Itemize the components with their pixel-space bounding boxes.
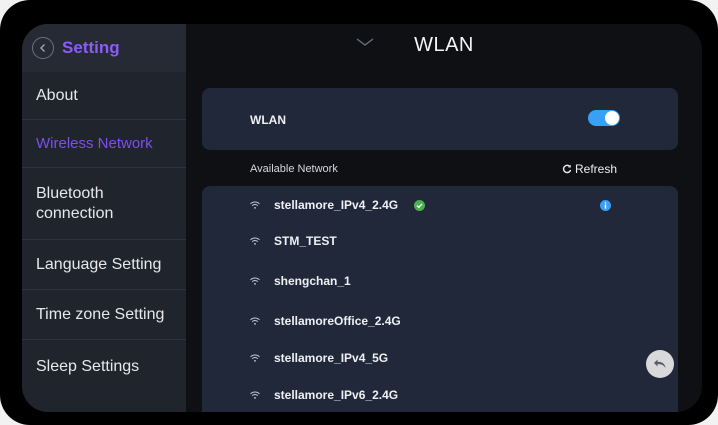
- wifi-icon: [250, 237, 260, 245]
- device-screen: Setting About Wireless Network Bluetooth…: [22, 24, 702, 412]
- sidebar-item-label: About: [36, 86, 78, 104]
- available-network-label: Available Network: [250, 163, 338, 175]
- wlan-toggle-card: WLAN: [202, 88, 678, 150]
- network-name: stellamore_IPv4_5G: [274, 351, 389, 365]
- sidebar-item-language-setting[interactable]: Language Setting: [22, 240, 186, 290]
- sidebar-item-wireless-network[interactable]: Wireless Network: [22, 120, 186, 168]
- sidebar-item-label: Sleep Settings: [36, 358, 140, 375]
- network-item[interactable]: stellamore_IPv4_5G: [202, 343, 678, 373]
- available-network-header: Available Network Refresh: [202, 158, 678, 182]
- wlan-toggle[interactable]: [588, 110, 620, 126]
- wifi-icon: [250, 391, 260, 399]
- wifi-icon: [250, 277, 260, 285]
- sidebar-title: Setting: [62, 38, 120, 57]
- sidebar-item-label: Wireless Network: [36, 134, 153, 152]
- wifi-icon: [250, 201, 260, 209]
- network-name: stellamore_IPv6_2.4G: [274, 388, 399, 402]
- settings-sidebar: Setting About Wireless Network Bluetooth…: [22, 24, 186, 412]
- refresh-icon: [562, 164, 572, 174]
- wifi-icon: [250, 317, 260, 325]
- network-item[interactable]: stellamoreOffice_2.4G: [202, 306, 678, 336]
- network-item[interactable]: STM_TEST: [202, 226, 678, 256]
- back-button[interactable]: [32, 37, 54, 59]
- sidebar-item-bluetooth-connection[interactable]: Bluetooth connection: [22, 168, 186, 240]
- sidebar-item-label: Language Setting: [36, 255, 162, 273]
- wlan-label: WLAN: [250, 113, 286, 127]
- check-circle-icon: [414, 199, 425, 211]
- page-title: WLAN: [414, 34, 474, 56]
- refresh-label: Refresh: [575, 162, 618, 176]
- main-panel: WLAN WLAN Available Network Refresh stel…: [186, 24, 702, 412]
- network-list: stellamore_IPv4_2.4G STM_TEST shengchan_…: [202, 186, 678, 412]
- sidebar-item-label: Bluetooth connection: [36, 184, 114, 222]
- info-icon[interactable]: [600, 199, 611, 211]
- sidebar-item-sleep-settings[interactable]: Sleep Settings: [22, 340, 186, 394]
- return-button[interactable]: [646, 350, 674, 378]
- sidebar-item-time-zone-setting[interactable]: Time zone Setting: [22, 290, 186, 340]
- wifi-icon: [250, 354, 260, 362]
- sidebar-item-about[interactable]: About: [22, 72, 186, 120]
- sidebar-header: Setting: [22, 24, 186, 72]
- refresh-button[interactable]: Refresh: [562, 162, 617, 176]
- network-item[interactable]: stellamore_IPv6_2.4G: [202, 380, 678, 410]
- network-name: stellamoreOffice_2.4G: [274, 314, 401, 328]
- network-item[interactable]: shengchan_1: [202, 266, 678, 296]
- network-item[interactable]: stellamore_IPv4_2.4G: [202, 190, 678, 220]
- back-arrow-icon: [40, 44, 45, 52]
- network-name: shengchan_1: [274, 274, 351, 288]
- sidebar-item-label: Time zone Setting: [36, 305, 165, 323]
- toggle-knob: [605, 111, 619, 125]
- device-bezel: Setting About Wireless Network Bluetooth…: [0, 0, 718, 425]
- return-icon: [654, 359, 666, 368]
- network-name: STM_TEST: [274, 234, 337, 248]
- network-name: stellamore_IPv4_2.4G: [274, 198, 399, 212]
